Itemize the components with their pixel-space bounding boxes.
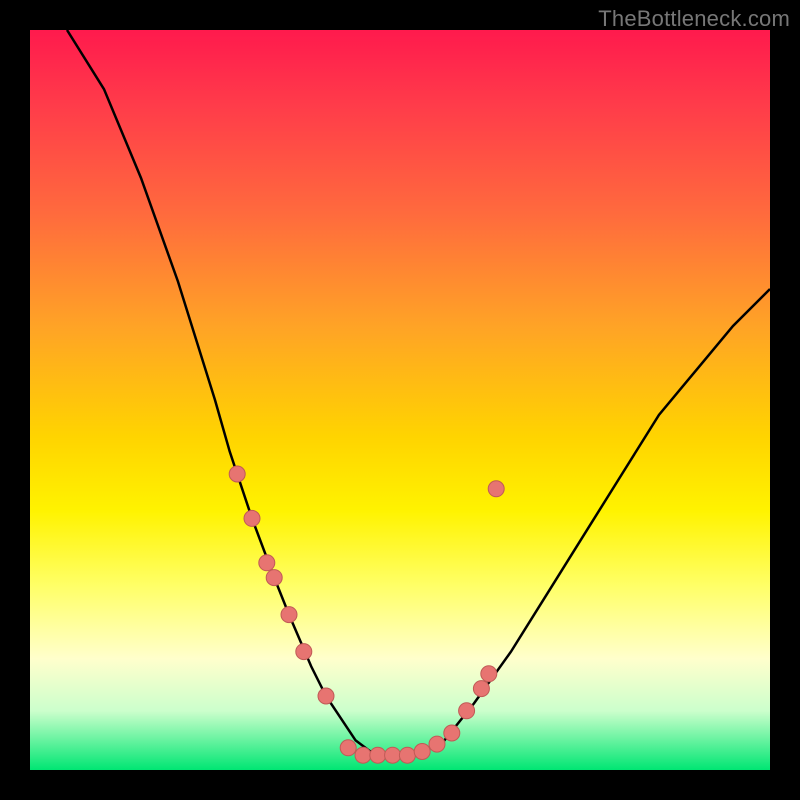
marker-point <box>281 607 297 623</box>
marker-point <box>444 725 460 741</box>
curve-path <box>67 30 770 755</box>
marker-point <box>385 747 401 763</box>
marker-point <box>488 481 504 497</box>
marker-point <box>340 740 356 756</box>
marker-point <box>259 555 275 571</box>
marker-point <box>481 666 497 682</box>
bottleneck-curve <box>30 30 770 770</box>
marker-point <box>244 510 260 526</box>
marker-point <box>399 747 415 763</box>
chart-frame: TheBottleneck.com <box>0 0 800 800</box>
marker-point <box>318 688 334 704</box>
marker-point <box>355 747 371 763</box>
marker-point <box>296 644 312 660</box>
watermark-text: TheBottleneck.com <box>598 6 790 32</box>
marker-point <box>229 466 245 482</box>
marker-point <box>266 570 282 586</box>
marker-point <box>414 744 430 760</box>
marker-point <box>370 747 386 763</box>
plot-area <box>30 30 770 770</box>
marker-point <box>429 736 445 752</box>
marker-point <box>459 703 475 719</box>
marker-point <box>473 681 489 697</box>
